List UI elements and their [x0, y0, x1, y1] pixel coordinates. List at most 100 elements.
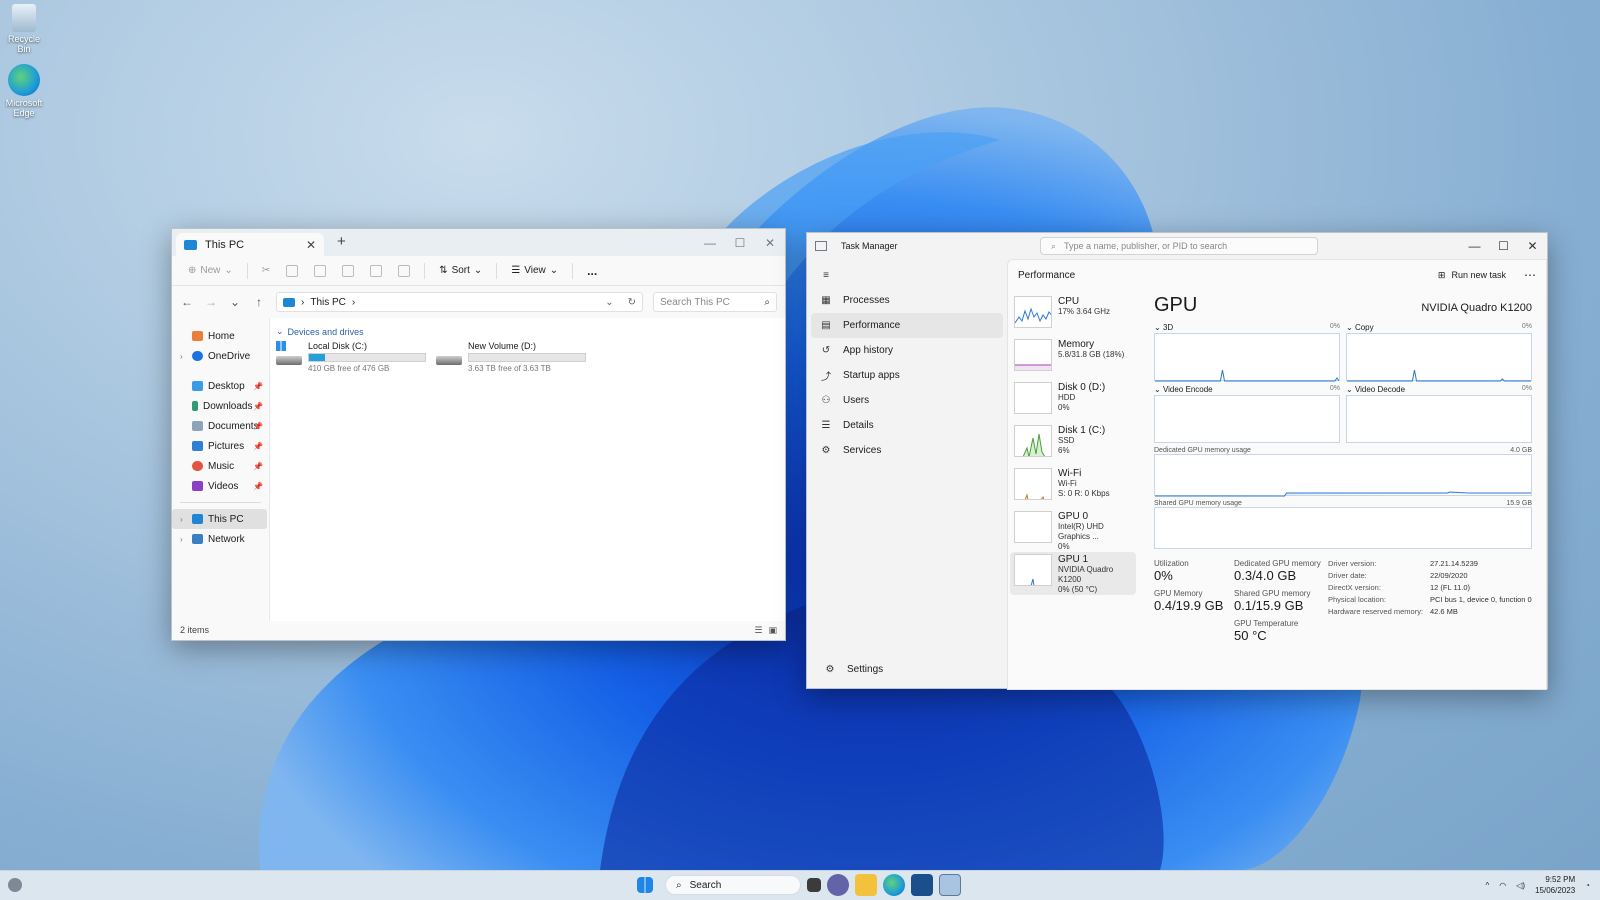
desktop-icon-label: Recycle Bin [7, 34, 40, 54]
nav-performance[interactable]: ▤ Performance [811, 313, 1003, 338]
taskbar-search[interactable]: ⌕ Search [665, 875, 801, 895]
start-windows-icon[interactable] [637, 877, 653, 893]
pin-icon[interactable]: 📌 [253, 422, 263, 431]
nav-app-history[interactable]: ↺ App history [811, 338, 1003, 363]
minimize-button[interactable]: — [1460, 233, 1489, 259]
more-options-icon[interactable]: ⋯ [1524, 268, 1536, 282]
desktop-folder-icon [192, 381, 203, 391]
nav-services[interactable]: ⚙ Services [811, 438, 1003, 463]
minimize-button[interactable]: — [695, 229, 725, 256]
new-tab-button[interactable]: + [337, 233, 346, 250]
maximize-button[interactable]: ☐ [725, 229, 755, 256]
nav-item-music[interactable]: Music 📌 [172, 456, 269, 476]
details-view-icon[interactable]: ☰ [754, 625, 762, 636]
resource-memory[interactable]: Memory 5.8/31.8 GB (18%) [1010, 337, 1136, 380]
rename-button[interactable] [336, 261, 360, 281]
nav-item-pictures[interactable]: Pictures 📌 [172, 436, 269, 456]
nav-item-desktop[interactable]: Desktop 📌 [172, 376, 269, 396]
pin-icon[interactable]: 📌 [253, 482, 263, 491]
store-icon[interactable] [911, 874, 933, 896]
wifi-icon[interactable]: ◠ [1499, 881, 1506, 890]
file-explorer-icon[interactable] [855, 874, 877, 896]
nav-details[interactable]: ☰ Details [811, 413, 1003, 438]
edge-icon[interactable] [883, 874, 905, 896]
nav-users[interactable]: ⚇ Users [811, 388, 1003, 413]
teams-chat-icon[interactable] [827, 874, 849, 896]
nav-item-documents[interactable]: Documents 📌 [172, 416, 269, 436]
nav-item-network[interactable]: › Network [172, 529, 269, 549]
time: 9:52 PM [1545, 875, 1576, 884]
engine-video-decode[interactable]: ⌄ Video Decode 0% [1346, 385, 1532, 443]
hamburger-menu-button[interactable]: ≡ [811, 263, 1003, 288]
tab-this-pc[interactable]: This PC ✕ [176, 233, 324, 256]
address-history-icon[interactable]: ⌄ [605, 297, 613, 308]
new-button[interactable]: ⊕ New ⌄ [182, 261, 239, 280]
nav-startup-apps[interactable]: ⤴ Startup apps [811, 363, 1003, 388]
widgets-icon[interactable] [8, 878, 22, 892]
gpu-title: GPU [1154, 294, 1198, 316]
resource-gpu-0[interactable]: GPU 0 Intel(R) UHD Graphics ... 0% [1010, 509, 1136, 552]
nav-processes[interactable]: ▦ Processes [811, 288, 1003, 313]
close-button[interactable]: ✕ [755, 229, 785, 256]
nav-settings[interactable]: ⚙ Settings [815, 657, 884, 682]
drive-c[interactable]: Local Disk (C:) 410 GB free of 476 GB [276, 341, 426, 373]
engine-copy[interactable]: ⌄ Copy 0% [1346, 323, 1532, 382]
up-arrow-icon[interactable]: ↑ [252, 295, 266, 309]
maximize-button[interactable]: ☐ [1489, 233, 1518, 259]
tiles-view-icon[interactable]: ▣ [768, 625, 777, 636]
document-icon [192, 421, 203, 431]
nav-item-downloads[interactable]: Downloads 📌 [172, 396, 269, 416]
search-input[interactable]: Search This PC ⌕ [653, 292, 777, 312]
share-button[interactable] [364, 261, 388, 281]
forward-arrow-icon[interactable]: → [204, 295, 218, 309]
copy-button[interactable] [280, 261, 304, 281]
chevron-right-icon[interactable]: › [180, 352, 192, 361]
resource-cpu[interactable]: CPU 17% 3.64 GHz [1010, 294, 1136, 337]
drive-usage-bar [468, 353, 586, 362]
refresh-icon[interactable]: ↻ [628, 297, 636, 308]
task-view-icon[interactable] [807, 878, 821, 892]
resource-disk-1[interactable]: Disk 1 (C:) SSD 6% [1010, 423, 1136, 466]
resource-wifi[interactable]: Wi-Fi Wi-Fi S: 0 R: 0 Kbps [1010, 466, 1136, 509]
paste-button[interactable] [308, 261, 332, 281]
notification-bell-icon[interactable]: ◔ [1585, 881, 1590, 890]
pin-icon[interactable]: 📌 [253, 442, 263, 451]
cut-button[interactable]: ✂ [256, 261, 276, 280]
clock[interactable]: 9:52 PM 15/06/2023 [1535, 874, 1575, 896]
nav-item-home[interactable]: Home [172, 326, 269, 346]
chevron-up-icon[interactable]: ^ [1486, 881, 1490, 890]
recent-locations-icon[interactable]: ⌄ [228, 295, 242, 309]
desktop-icon-edge[interactable]: Microsoft Edge [2, 64, 46, 118]
dedicated-gpu-memory-value: 0.3/4.0 GB [1234, 568, 1297, 583]
address-bar[interactable]: › This PC › ⌄ ↻ [276, 292, 643, 312]
pin-icon[interactable]: 📌 [253, 462, 263, 471]
delete-button[interactable] [392, 261, 416, 281]
view-button[interactable]: ☰ View ⌄ [505, 261, 564, 280]
pin-icon[interactable]: 📌 [253, 382, 263, 391]
chevron-right-icon[interactable]: › [180, 515, 192, 524]
volume-icon[interactable]: ◁) [1516, 881, 1525, 890]
desktop-icon-recycle-bin[interactable]: Recycle Bin [2, 4, 46, 54]
pin-icon[interactable]: 📌 [253, 402, 263, 411]
breadcrumb[interactable]: This PC [310, 297, 346, 308]
search-icon: ⌕ [676, 879, 682, 891]
drive-d[interactable]: New Volume (D:) 3.63 TB free of 3.63 TB [436, 341, 586, 373]
sort-button[interactable]: ⇅ Sort ⌄ [433, 261, 488, 280]
nav-item-onedrive[interactable]: › OneDrive [172, 346, 269, 366]
task-manager-icon[interactable] [939, 874, 961, 896]
nav-item-this-pc[interactable]: › This PC [172, 509, 267, 529]
resource-gpu-1[interactable]: GPU 1 NVIDIA Quadro K1200 0% (50 °C) [1010, 552, 1136, 595]
search-input[interactable]: ⌕ Type a name, publisher, or PID to sear… [1040, 237, 1318, 255]
engine-3d[interactable]: ⌄ 3D 0% [1154, 323, 1340, 382]
run-new-task-button[interactable]: ⊞ Run new task [1438, 270, 1506, 281]
back-arrow-icon[interactable]: ← [180, 295, 194, 309]
group-header[interactable]: ⌄ Devices and drives [276, 326, 779, 337]
close-button[interactable]: ✕ [1518, 233, 1547, 259]
engine-video-encode[interactable]: ⌄ Video Encode 0% [1154, 385, 1340, 443]
chevron-right-icon[interactable]: › [180, 535, 192, 544]
resource-disk-0[interactable]: Disk 0 (D:) HDD 0% [1010, 380, 1136, 423]
more-options-button[interactable]: ... [581, 260, 603, 282]
nav-divider [180, 502, 261, 503]
nav-item-videos[interactable]: Videos 📌 [172, 476, 269, 496]
tab-close-icon[interactable]: ✕ [306, 238, 316, 252]
